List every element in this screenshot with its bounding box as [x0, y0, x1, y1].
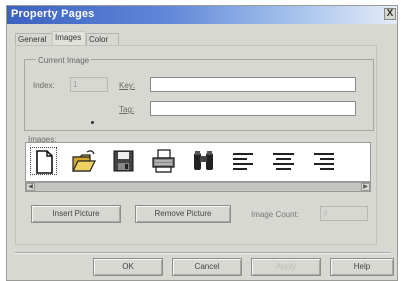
images-horizontal-scrollbar[interactable]: ◀ ▶	[25, 182, 371, 192]
index-label: Index:	[33, 81, 55, 90]
current-image-group-label: Current Image	[36, 56, 92, 65]
image-count-label: Image Count:	[251, 210, 300, 219]
open-folder-icon[interactable]	[70, 147, 97, 175]
apply-button[interactable]: Apply	[251, 258, 321, 276]
index-field[interactable]: 1	[70, 77, 108, 92]
close-button[interactable]: X	[384, 8, 396, 20]
tag-field[interactable]	[150, 101, 356, 116]
cancel-button[interactable]: Cancel	[172, 258, 242, 276]
image-count-field: 8	[320, 206, 368, 221]
ok-button[interactable]: OK	[93, 258, 163, 276]
tab-color[interactable]: Color	[86, 33, 119, 45]
align-left-icon[interactable]	[230, 147, 257, 175]
key-field[interactable]	[150, 77, 356, 92]
new-document-icon[interactable]	[30, 147, 57, 175]
printer-icon[interactable]	[150, 147, 177, 175]
current-image-group	[24, 59, 374, 131]
save-disk-icon[interactable]	[110, 147, 137, 175]
title-bar[interactable]: Property Pages X	[7, 6, 397, 24]
binoculars-find-icon[interactable]	[190, 147, 217, 175]
remove-picture-button[interactable]: Remove Picture	[135, 205, 231, 223]
image-preview-dot	[91, 121, 94, 124]
scroll-left-arrow-icon[interactable]: ◀	[26, 183, 35, 191]
dialog-title: Property Pages	[11, 8, 95, 20]
tab-general[interactable]: General	[15, 33, 53, 45]
align-center-icon[interactable]	[270, 147, 297, 175]
insert-picture-button[interactable]: Insert Picture	[31, 205, 121, 223]
help-button[interactable]: Help	[330, 258, 394, 276]
property-pages-dialog: Property Pages X General Images Color Cu…	[6, 5, 398, 281]
images-list[interactable]	[25, 142, 371, 182]
footer-separator	[15, 252, 391, 254]
key-label: Key:	[119, 81, 136, 90]
tag-label: Tag:	[119, 105, 135, 114]
tab-images[interactable]: Images	[52, 31, 86, 45]
scroll-right-arrow-icon[interactable]: ▶	[361, 183, 370, 191]
align-right-icon[interactable]	[310, 147, 337, 175]
